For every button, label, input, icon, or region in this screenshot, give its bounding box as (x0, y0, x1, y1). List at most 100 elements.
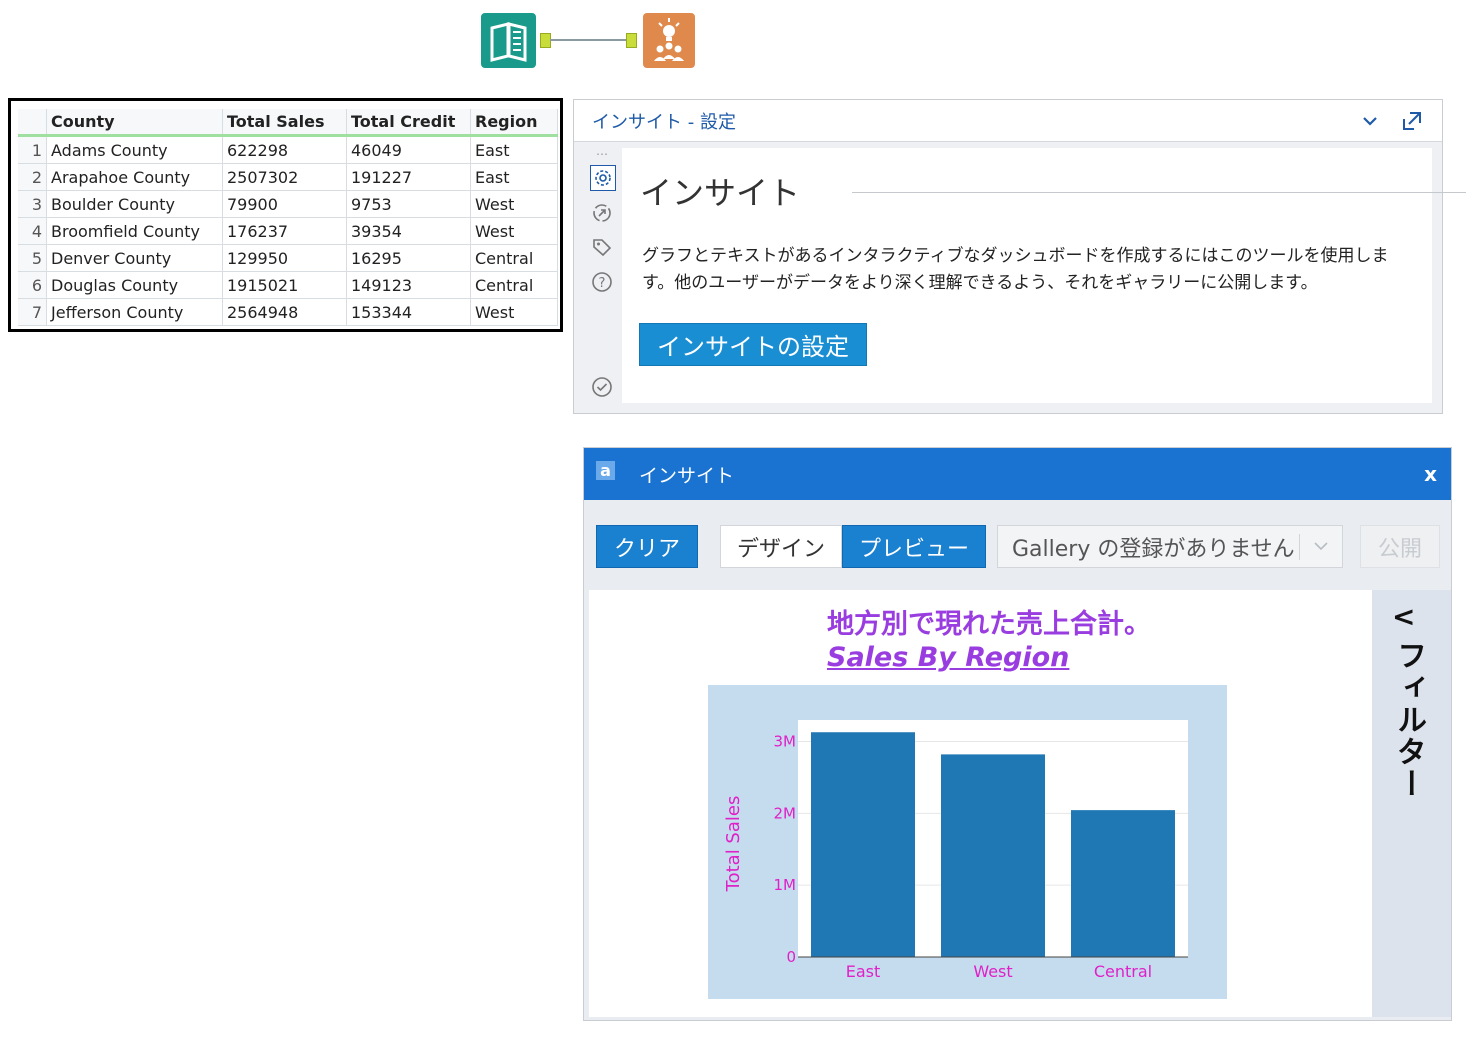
chart-svg: 0 1M 2M 3M East West Central Total Sales (723, 720, 1188, 981)
dialog-toolbar: クリア デザイン プレビュー Gallery の登録がありません 公開 (584, 500, 1451, 590)
y-tick-label: 0 (786, 948, 796, 966)
table-row[interactable]: 7 Jefferson County 2564948 153344 West (18, 298, 558, 326)
column-header-region[interactable]: Region (470, 109, 558, 137)
row-number: 2 (18, 163, 47, 191)
bar-east (811, 732, 915, 957)
cell-total-credit[interactable]: 153344 (346, 298, 471, 326)
input-anchor[interactable] (626, 33, 637, 48)
gear-icon[interactable] (590, 165, 616, 191)
dialog-titlebar: a インサイト x (584, 448, 1451, 500)
cell-total-sales[interactable]: 1915021 (222, 271, 347, 299)
cell-region[interactable]: Central (470, 271, 558, 299)
cell-county[interactable]: Douglas County (46, 271, 223, 299)
table-row[interactable]: 4 Broomfield County 176237 39354 West (18, 217, 558, 245)
cell-county[interactable]: Denver County (46, 244, 223, 272)
select-divider (1299, 534, 1300, 560)
cell-county[interactable]: Adams County (46, 135, 223, 164)
cell-total-credit[interactable]: 191227 (346, 163, 471, 191)
y-tick-label: 1M (774, 876, 797, 894)
table-row[interactable]: 5 Denver County 129950 16295 Central (18, 244, 558, 272)
config-heading: インサイト (640, 174, 801, 212)
table-row[interactable]: 1 Adams County 622298 46049 East (18, 135, 558, 164)
cell-total-sales[interactable]: 622298 (222, 135, 347, 164)
bar-chart: 0 1M 2M 3M East West Central Total Sales (708, 685, 1227, 999)
cell-total-credit[interactable]: 9753 (346, 190, 471, 218)
gallery-select[interactable]: Gallery の登録がありません (997, 525, 1343, 568)
heading-divider (852, 192, 1466, 193)
insight-dialog: a インサイト x クリア デザイン プレビュー Gallery の登録がありま… (583, 447, 1452, 1021)
x-tick-label: East (846, 962, 881, 981)
close-icon[interactable]: x (1424, 462, 1437, 486)
chevron-down-icon[interactable] (1312, 536, 1330, 562)
column-header-total-sales[interactable]: Total Sales (222, 109, 347, 137)
help-icon[interactable]: ? (590, 270, 614, 294)
table-row[interactable]: 3 Boulder County 79900 9753 West (18, 190, 558, 218)
table-header-row: County Total Sales Total Credit Region (18, 109, 558, 137)
row-number: 1 (18, 135, 47, 164)
cell-total-sales[interactable]: 129950 (222, 244, 347, 272)
cell-region[interactable]: Central (470, 244, 558, 272)
book-icon (490, 22, 527, 62)
column-header-total-credit[interactable]: Total Credit (346, 109, 471, 137)
insight-tool[interactable] (643, 13, 695, 68)
cell-total-sales[interactable]: 2564948 (222, 298, 347, 326)
preview-area: 地方別で現れた売上合計。 Sales By Region 0 1M 2M 3M East… (589, 590, 1372, 1017)
y-tick-label: 3M (774, 733, 797, 751)
row-number: 7 (18, 298, 47, 326)
table-row[interactable]: 2 Arapahoe County 2507302 191227 East (18, 163, 558, 191)
clear-button[interactable]: クリア (596, 525, 698, 568)
publish-button[interactable]: 公開 (1360, 525, 1440, 568)
y-tick-label: 2M (774, 804, 797, 822)
cell-region[interactable]: East (470, 163, 558, 191)
results-data-grid: County Total Sales Total Credit Region 1… (8, 98, 563, 332)
filter-label: フィルター (1391, 640, 1426, 800)
cell-region[interactable]: East (470, 135, 558, 164)
cell-county[interactable]: Jefferson County (46, 298, 223, 326)
design-tab[interactable]: デザイン (720, 525, 842, 568)
configure-insight-button[interactable]: インサイトの設定 (639, 323, 867, 366)
config-body: インサイト グラフとテキストがあるインタラクティブなダッシュボードを作成するには… (622, 148, 1466, 403)
gallery-select-value: Gallery の登録がありません (1012, 536, 1295, 562)
cell-region[interactable]: West (470, 190, 558, 218)
more-icon: … (596, 144, 608, 158)
cell-total-sales[interactable]: 79900 (222, 190, 347, 218)
annotation-icon[interactable] (590, 201, 614, 225)
input-data-tool[interactable] (481, 13, 536, 68)
data-table: County Total Sales Total Credit Region 1… (18, 109, 558, 326)
cell-total-credit[interactable]: 149123 (346, 271, 471, 299)
x-tick-label: Central (1094, 962, 1152, 981)
x-tick-label: West (973, 962, 1012, 981)
config-title: インサイト - 設定 (592, 111, 736, 133)
configuration-panel: インサイト - 設定 … ? インサイト グラフとテキストがあるインタラクティブ… (573, 99, 1466, 414)
column-header-county[interactable]: County (46, 109, 223, 137)
cell-total-sales[interactable]: 2507302 (222, 163, 347, 191)
cell-region[interactable]: West (470, 298, 558, 326)
cell-county[interactable]: Broomfield County (46, 217, 223, 245)
cell-total-credit[interactable]: 16295 (346, 244, 471, 272)
cell-total-sales[interactable]: 176237 (222, 217, 347, 245)
chart-subtitle[interactable]: Sales By Region (827, 642, 1069, 673)
undock-icon[interactable] (1398, 107, 1426, 135)
config-sidebar: … ? (574, 142, 622, 413)
bar-west (941, 754, 1045, 957)
svg-text:?: ? (599, 276, 606, 291)
cell-total-credit[interactable]: 39354 (346, 217, 471, 245)
table-row[interactable]: 6 Douglas County 1915021 149123 Central (18, 271, 558, 299)
cell-county[interactable]: Boulder County (46, 190, 223, 218)
row-number: 5 (18, 244, 47, 272)
y-axis-label: Total Sales (723, 796, 744, 893)
filter-pane[interactable]: < フィルター (1372, 590, 1451, 1017)
cell-county[interactable]: Arapahoe County (46, 163, 223, 191)
connection-line[interactable] (550, 39, 630, 41)
row-number: 3 (18, 190, 47, 218)
check-circle-icon[interactable] (590, 375, 614, 399)
chevron-down-icon[interactable] (1356, 107, 1384, 135)
chevron-left-icon[interactable]: < (1392, 600, 1415, 633)
row-number-header (18, 109, 47, 137)
preview-tab[interactable]: プレビュー (842, 525, 986, 568)
cell-total-credit[interactable]: 46049 (346, 135, 471, 164)
tag-icon[interactable] (590, 235, 614, 259)
bar-central (1071, 810, 1175, 957)
insight-lightbulb-icon (654, 18, 684, 61)
cell-region[interactable]: West (470, 217, 558, 245)
